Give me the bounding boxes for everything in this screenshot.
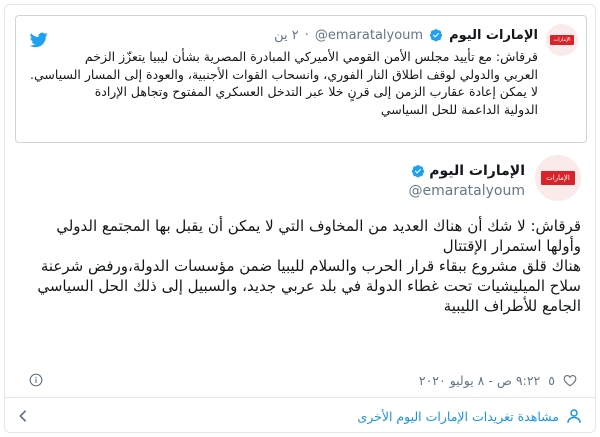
quoted-tweet[interactable]: الإمارات اليوم الإمارات اليوم @emarataly… <box>15 15 587 143</box>
separator-dot: · <box>304 27 309 43</box>
tweet-meta: ٥ ٩:٢٢ ص - ٨ يوليو ٢٠٢٠ <box>29 370 577 390</box>
author-name-row[interactable]: الإمارات اليوم <box>411 163 525 179</box>
info-icon[interactable] <box>29 373 43 387</box>
quoted-line: لا يمكن إعادة عقارب الزمن إلى قرنٍ خلا ع… <box>94 84 538 99</box>
quoted-time[interactable]: ٢ ين <box>274 28 299 43</box>
tweet-timestamp[interactable]: ٩:٢٢ ص - ٨ يوليو ٢٠٢٠ <box>419 373 540 388</box>
quoted-avatar[interactable]: الإمارات اليوم <box>546 24 578 56</box>
quoted-text: قرقاش: مع تأييد مجلس الأمن القومي الأمير… <box>26 48 538 118</box>
quoted-line: الدولية الداعمة للحل السياسي <box>380 101 538 117</box>
tweet-line: هناك قلق مشروع ببقاء قرار الحرب والسلام … <box>40 257 581 275</box>
quoted-line: قرقاش: مع تأييد مجلس الأمن القومي الأمير… <box>84 49 538 64</box>
brand-logo: الإمارات اليوم <box>550 35 574 45</box>
like-count[interactable]: ٥ <box>548 373 555 388</box>
verified-badge-icon <box>412 165 425 178</box>
author-name[interactable]: الإمارات اليوم <box>429 163 525 179</box>
brand-logo: الإمارات اليوم <box>541 171 575 185</box>
tweet-embed: الإمارات اليوم الإمارات اليوم @emarataly… <box>4 4 596 433</box>
tweet-line: الجامع للأطراف الليبية <box>443 297 581 315</box>
person-icon <box>567 409 581 423</box>
more-tweets-label[interactable]: مشاهدة تغريدات الإمارات اليوم الأخرى <box>357 409 559 424</box>
author-handle[interactable]: @emaratalyoum <box>409 183 525 199</box>
verified-badge-icon <box>429 29 443 42</box>
quoted-handle[interactable]: @emaratalyoum <box>315 28 423 43</box>
quoted-header: الإمارات اليوم @emaratalyoum · ٢ ين <box>56 26 538 44</box>
heart-icon[interactable] <box>563 374 577 387</box>
tweet-line: وأولها استمرار الإقتتال <box>442 237 581 255</box>
twitter-bird-icon[interactable] <box>30 32 48 48</box>
chevron-left-icon[interactable] <box>17 409 29 423</box>
tweet-line: سلاح الميليشيات تحت غطاء الدولة في بلد ع… <box>37 277 581 295</box>
quoted-line: العربي والدولي لوقف اطلاق النار الفوري، … <box>30 66 538 82</box>
quoted-author-name[interactable]: الإمارات اليوم <box>449 28 538 43</box>
author-avatar[interactable]: الإمارات اليوم <box>535 155 581 201</box>
tweet-text: قرقاش: لا شك أن هناك العديد من المخاوف ا… <box>29 216 581 316</box>
more-tweets-link[interactable]: مشاهدة تغريدات الإمارات اليوم الأخرى <box>5 398 595 432</box>
tweet-line: قرقاش: لا شك أن هناك العديد من المخاوف ا… <box>56 217 581 235</box>
